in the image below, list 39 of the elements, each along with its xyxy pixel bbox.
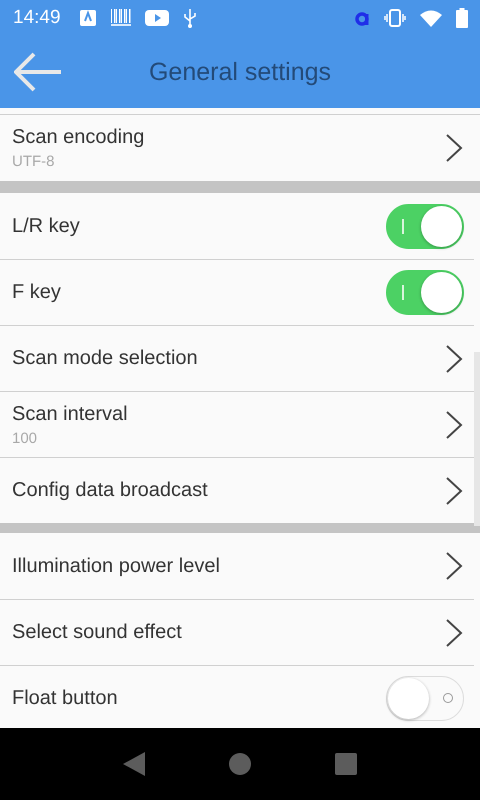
back-arrow-icon[interactable] bbox=[14, 52, 62, 92]
setting-title: Select sound effect bbox=[12, 621, 183, 644]
setting-title: F key bbox=[12, 281, 62, 304]
chevron-icon[interactable] bbox=[444, 410, 464, 440]
chevron-icon[interactable] bbox=[444, 551, 464, 581]
scrollbar[interactable] bbox=[474, 352, 480, 526]
setting-value: 100 bbox=[12, 430, 38, 446]
chevron-icon[interactable] bbox=[444, 618, 464, 648]
setting-title: Illumination power level bbox=[12, 554, 221, 578]
battery-icon bbox=[456, 8, 468, 28]
status-time: 14:49 bbox=[13, 7, 61, 29]
page-title: General settings bbox=[148, 58, 332, 86]
chevron-icon[interactable] bbox=[444, 344, 464, 374]
vibrate-icon bbox=[384, 9, 406, 27]
chevron-icon[interactable] bbox=[444, 133, 464, 163]
setting-title: Scan mode selection bbox=[12, 347, 199, 370]
app-icon bbox=[354, 10, 370, 26]
settings-row[interactable]: Scan mode selection bbox=[0, 325, 474, 391]
setting-title: L/R key bbox=[12, 214, 81, 238]
settings-row[interactable]: Scan encoding UTF-8 bbox=[0, 115, 474, 181]
settings-row[interactable]: Illumination power level bbox=[0, 533, 474, 599]
barcode-icon bbox=[110, 9, 131, 27]
wifi-icon bbox=[420, 9, 442, 27]
setting-title: Scan encoding bbox=[12, 126, 146, 149]
back-icon[interactable] bbox=[123, 752, 145, 776]
home-icon[interactable] bbox=[229, 753, 251, 775]
settings-row[interactable]: F key bbox=[0, 259, 474, 325]
toggle-switch[interactable] bbox=[386, 676, 464, 721]
chevron-icon[interactable] bbox=[444, 476, 464, 506]
setting-title: Config data broadcast bbox=[12, 479, 209, 502]
play-icon bbox=[144, 9, 169, 27]
setting-title: Scan interval bbox=[12, 402, 129, 426]
settings-row[interactable]: L/R key bbox=[0, 193, 474, 259]
toggle-switch[interactable] bbox=[386, 204, 464, 248]
settings-row[interactable]: Select sound effect bbox=[0, 599, 474, 665]
setting-title: Float button bbox=[12, 687, 119, 710]
usb-icon bbox=[182, 8, 197, 28]
setting-value: UTF-8 bbox=[12, 153, 56, 170]
toggle-switch[interactable] bbox=[386, 270, 464, 315]
